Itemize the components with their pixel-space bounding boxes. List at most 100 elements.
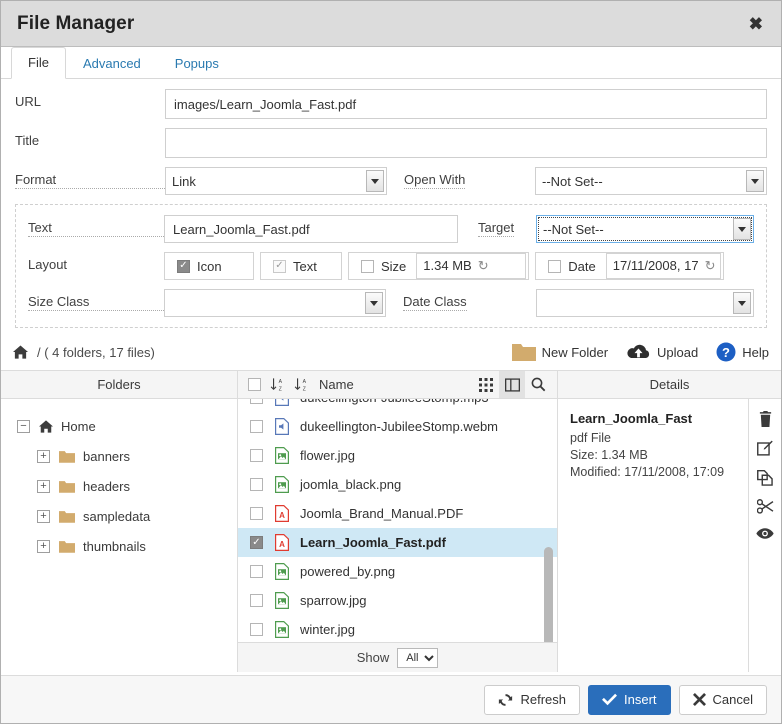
layout-date-checkbox[interactable]: Date [536, 259, 605, 274]
row-checkbox[interactable] [250, 420, 263, 433]
home-icon[interactable] [13, 345, 28, 359]
svg-text:?: ? [722, 345, 730, 360]
layout-size-value: 1.34 MB [423, 254, 471, 278]
close-icon[interactable]: ✖ [745, 13, 767, 34]
svg-text:Z: Z [279, 386, 282, 392]
file-name: flower.jpg [300, 448, 355, 463]
list-item[interactable]: joomla_black.png [238, 470, 557, 499]
cancel-button[interactable]: Cancel [679, 685, 767, 715]
list-item[interactable]: sparrow.jpg [238, 586, 557, 615]
title-input[interactable] [165, 128, 767, 158]
browser-panels: Folders − Home + banners [1, 370, 781, 672]
size-class-select[interactable] [164, 289, 386, 317]
audio-file-icon [275, 418, 289, 435]
date-class-select[interactable] [536, 289, 754, 317]
tree-item-sampledata[interactable]: + sampledata [1, 501, 237, 531]
eye-icon[interactable] [756, 527, 774, 540]
upload-label: Upload [657, 345, 698, 360]
folder-tree: − Home + banners + [1, 399, 237, 672]
tab-popups[interactable]: Popups [158, 48, 236, 79]
list-item-selected[interactable]: ✓ A Learn_Joomla_Fast.pdf [238, 528, 557, 557]
size-class-row: Size Class Date Class [28, 289, 754, 317]
row-checkbox[interactable] [250, 399, 263, 404]
files-footer: Show All [238, 642, 557, 672]
upload-button[interactable]: Upload [626, 343, 698, 362]
expand-toggle-icon[interactable]: + [37, 510, 50, 523]
refresh-icon[interactable]: ↻ [705, 254, 716, 278]
column-header-name[interactable]: Name [319, 377, 354, 392]
list-item[interactable]: A Joomla_Brand_Manual.PDF [238, 499, 557, 528]
help-button[interactable]: ? Help [716, 342, 769, 362]
browser-toolbar: / ( 4 folders, 17 files) New Folder Uplo… [1, 334, 781, 370]
format-row: Format Link Open With --Not Set-- [15, 167, 767, 195]
tree-item-home[interactable]: − Home [1, 411, 237, 441]
expand-toggle-icon[interactable]: + [37, 480, 50, 493]
layout-date-value: 17/11/2008, 17 [613, 254, 699, 278]
show-filter-select[interactable]: All [397, 648, 438, 668]
insert-button[interactable]: Insert [588, 685, 671, 715]
file-name: dukeellington-JubileeStomp.mp3 [300, 399, 489, 405]
text-input[interactable] [164, 215, 458, 243]
layout-icon-checkbox[interactable]: ✓ Icon [164, 252, 254, 280]
trash-icon[interactable] [758, 411, 773, 427]
sort-alpha-down-icon[interactable]: A Z [294, 377, 309, 392]
list-view-icon[interactable] [499, 371, 525, 398]
expand-toggle-icon[interactable]: + [37, 540, 50, 553]
format-select[interactable]: Link [165, 167, 387, 195]
help-label: Help [742, 345, 769, 360]
expand-toggle-icon[interactable]: + [37, 450, 50, 463]
list-item[interactable]: dukeellington-JubileeStomp.mp3 [238, 399, 557, 412]
row-checkbox[interactable] [250, 507, 263, 520]
files-list: dukeellington-JubileeStomp.mp3 dukeellin… [238, 399, 557, 642]
layout-text-checkbox[interactable]: ✓ Text [260, 252, 342, 280]
layout-size-group: Size 1.34 MB ↻ [348, 252, 529, 280]
url-row: URL [15, 89, 767, 119]
collapse-toggle-icon[interactable]: − [17, 420, 30, 433]
list-item[interactable]: dukeellington-JubileeStomp.webm [238, 412, 557, 441]
layout-size-checkbox[interactable]: Size [349, 259, 416, 274]
svg-text:A: A [279, 540, 285, 549]
edit-icon[interactable] [757, 440, 773, 456]
list-item[interactable]: winter.jpg [238, 615, 557, 642]
grid-view-icon[interactable] [473, 371, 499, 398]
url-input[interactable] [165, 89, 767, 119]
dialog-titlebar: File Manager ✖ [1, 1, 781, 47]
sort-alpha-down-icon[interactable]: A Z [270, 377, 285, 392]
tree-item-headers[interactable]: + headers [1, 471, 237, 501]
refresh-button[interactable]: Refresh [484, 685, 580, 715]
row-checkbox[interactable] [250, 565, 263, 578]
new-folder-button[interactable]: New Folder [512, 343, 608, 362]
format-select-wrap: Link [165, 167, 387, 195]
search-icon[interactable] [525, 371, 551, 398]
details-file-size: Size: 1.34 MB [570, 447, 738, 464]
image-file-icon [275, 447, 289, 464]
breadcrumb: / ( 4 folders, 17 files) [13, 345, 155, 360]
copy-icon[interactable] [757, 469, 773, 486]
checkbox-icon [548, 260, 561, 273]
scissors-icon[interactable] [757, 499, 774, 514]
refresh-icon[interactable]: ↻ [478, 254, 489, 278]
row-checkbox[interactable]: ✓ [250, 536, 263, 549]
file-name: winter.jpg [300, 622, 355, 637]
target-select[interactable]: --Not Set-- [536, 215, 754, 243]
tree-item-banners[interactable]: + banners [1, 441, 237, 471]
row-checkbox[interactable] [250, 623, 263, 636]
files-scrollbar[interactable] [544, 547, 553, 642]
close-icon [693, 693, 706, 706]
files-header: A Z A Z Name [238, 371, 557, 399]
date-class-select-wrap [536, 289, 754, 317]
date-class-label: Date Class [403, 294, 467, 311]
row-checkbox[interactable] [250, 594, 263, 607]
open-with-label: Open With [404, 172, 465, 189]
tab-file[interactable]: File [11, 47, 66, 79]
file-name: Joomla_Brand_Manual.PDF [300, 506, 463, 521]
tab-advanced[interactable]: Advanced [66, 48, 158, 79]
audio-file-icon [275, 399, 289, 406]
open-with-select[interactable]: --Not Set-- [535, 167, 767, 195]
list-item[interactable]: flower.jpg [238, 441, 557, 470]
row-checkbox[interactable] [250, 449, 263, 462]
select-all-checkbox[interactable] [248, 378, 261, 391]
list-item[interactable]: powered_by.png [238, 557, 557, 586]
row-checkbox[interactable] [250, 478, 263, 491]
tree-item-thumbnails[interactable]: + thumbnails [1, 531, 237, 561]
